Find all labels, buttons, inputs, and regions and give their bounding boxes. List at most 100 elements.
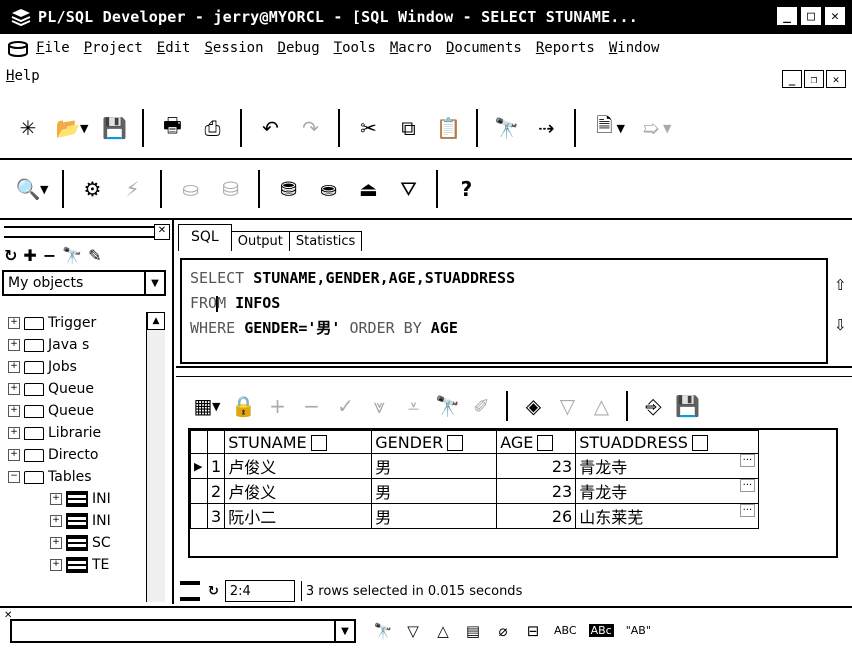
clear-icon[interactable]: ✐: [464, 386, 498, 426]
cell-gender[interactable]: 男: [371, 503, 498, 529]
sql-icon[interactable]: ⛂: [308, 169, 348, 209]
insert-record-icon[interactable]: +: [260, 386, 294, 426]
tree-item[interactable]: + Directo: [8, 444, 148, 466]
eraser-icon[interactable]: ⌀: [488, 611, 518, 651]
menu-macro[interactable]: Macro: [390, 40, 432, 56]
column-filter-button[interactable]: [691, 435, 708, 451]
tab-sql[interactable]: SQL: [178, 224, 232, 251]
tree-item[interactable]: + Librarie: [8, 422, 148, 444]
rollback-icon[interactable]: ⛁: [210, 169, 250, 209]
tree-item-table[interactable]: + INI: [8, 488, 148, 510]
cell-gender[interactable]: 男: [371, 478, 498, 504]
db-connect-icon[interactable]: ⛃: [268, 169, 308, 209]
fetch-next-icon[interactable]: ⩔: [362, 386, 396, 426]
column-filter-button[interactable]: [310, 435, 327, 451]
row-indicator[interactable]: [190, 478, 208, 504]
cell-stuaddress[interactable]: 青龙寺 ···: [575, 478, 760, 504]
object-search-dropdown-arrow-icon[interactable]: ▼: [40, 183, 48, 196]
sql-window-icon[interactable]: [6, 40, 30, 58]
open-dropdown-arrow-icon[interactable]: ▼: [80, 122, 88, 135]
tree-scrollbar[interactable]: ▲: [146, 312, 165, 602]
save-icon[interactable]: 💾: [670, 386, 704, 426]
tree-item-table[interactable]: + INI: [8, 510, 148, 532]
add-icon[interactable]: ✚: [23, 246, 36, 265]
table-row[interactable]: 3 阮小二 男 26 山东莱芜 ···: [190, 503, 760, 529]
column-header[interactable]: GENDER: [371, 430, 498, 454]
whole-word-option[interactable]: ABc: [588, 624, 614, 637]
tree-item[interactable]: − Tables: [8, 466, 148, 488]
column-filter-button[interactable]: [447, 435, 464, 451]
ellipsis-button[interactable]: ···: [739, 479, 756, 492]
tree-item[interactable]: + Java s: [8, 334, 148, 356]
column-filter-button[interactable]: [537, 435, 554, 451]
table-row[interactable]: ▶ 1 卢俊义 男 23 青龙寺 ···: [190, 453, 760, 479]
arrow-down-icon[interactable]: ⇩: [834, 316, 847, 334]
expand-icon[interactable]: +: [8, 317, 20, 329]
menu-file[interactable]: File: [36, 40, 70, 56]
compile-icon[interactable]: ⚙: [72, 169, 112, 209]
ellipsis-button[interactable]: ···: [739, 504, 756, 517]
tab-statistics[interactable]: Statistics: [288, 231, 363, 251]
object-filter-select[interactable]: My objects ▼: [2, 270, 166, 296]
remove-icon[interactable]: −: [43, 246, 56, 265]
cell-age[interactable]: 26: [496, 503, 577, 529]
redo-icon[interactable]: ↷: [290, 108, 330, 148]
commit-icon[interactable]: ⛀: [170, 169, 210, 209]
cell-stuname[interactable]: 卢俊义: [224, 478, 373, 504]
find-icon[interactable]: 🔭: [62, 246, 82, 265]
db-import-icon[interactable]: ⛛: [388, 169, 428, 209]
post-changes-icon[interactable]: ✓: [328, 386, 362, 426]
paste-icon[interactable]: 📋: [428, 108, 468, 148]
query-icon[interactable]: ◈: [516, 386, 550, 426]
export-icon[interactable]: ⎆: [636, 386, 670, 426]
find-icon[interactable]: 🔭: [368, 611, 398, 651]
menu-documents[interactable]: Documents: [446, 40, 522, 56]
sort-asc-icon[interactable]: △: [584, 386, 618, 426]
highlight-icon[interactable]: ▤: [458, 611, 488, 651]
filter-icon[interactable]: ✎: [88, 246, 101, 265]
copy-icon[interactable]: ⧉: [388, 108, 428, 148]
tree-item[interactable]: + Jobs: [8, 356, 148, 378]
chevron-down-icon[interactable]: ▼: [334, 620, 354, 643]
cell-age[interactable]: 23: [496, 453, 577, 479]
find-previous-icon[interactable]: △: [428, 611, 458, 651]
cell-stuname[interactable]: 卢俊义: [224, 453, 373, 479]
expand-icon[interactable]: +: [8, 405, 20, 417]
close-icon[interactable]: ✕: [154, 224, 170, 240]
menu-session[interactable]: Session: [204, 40, 263, 56]
selection-icon[interactable]: ⊟: [518, 611, 548, 651]
tab-output[interactable]: Output: [230, 231, 290, 251]
ellipsis-button[interactable]: ···: [739, 454, 756, 467]
arrow-up-icon[interactable]: ⇧: [834, 276, 847, 294]
refresh-icon[interactable]: ↻: [4, 246, 17, 265]
fetch-last-icon[interactable]: ⩡: [396, 386, 430, 426]
forward-dropdown-arrow-icon[interactable]: ▼: [663, 122, 671, 135]
mdi-minimize-button[interactable]: _: [782, 70, 802, 88]
menu-tools[interactable]: Tools: [334, 40, 376, 56]
result-grid[interactable]: STUNAME GENDER AGE STUADDRESS ▶ 1 卢俊义男 23 青龙寺 ···…: [188, 428, 838, 558]
cell-stuname[interactable]: 阮小二: [224, 503, 373, 529]
column-header[interactable]: AGE: [496, 430, 577, 454]
expand-icon[interactable]: +: [50, 493, 62, 505]
tree-item[interactable]: + Trigger: [8, 312, 148, 334]
menu-window[interactable]: Window: [609, 40, 660, 56]
find-icon[interactable]: 🔭: [430, 386, 464, 426]
menu-help[interactable]: Help: [6, 68, 40, 84]
quoted-option[interactable]: "AB": [626, 624, 651, 637]
run-disabled-icon[interactable]: ⚡: [112, 169, 152, 209]
panel-grip[interactable]: [4, 226, 154, 238]
column-header[interactable]: STUNAME: [224, 430, 373, 454]
expand-icon[interactable]: +: [8, 427, 20, 439]
expand-icon[interactable]: +: [8, 449, 20, 461]
grid-options-dropdown-arrow-icon[interactable]: ▼: [212, 400, 220, 413]
find-input[interactable]: ▼: [10, 618, 356, 643]
column-header[interactable]: STUADDRESS: [575, 430, 760, 454]
expand-icon[interactable]: +: [50, 559, 62, 571]
find-next-icon[interactable]: ▽: [398, 611, 428, 651]
sql-editor[interactable]: SELECT STUNAME,GENDER,AGE,STUADDRESS FRO…: [180, 258, 828, 364]
print-preview-icon[interactable]: ⎙: [192, 108, 232, 148]
find-icon[interactable]: 🔭: [486, 108, 526, 148]
new-window-dropdown-arrow-icon[interactable]: ▼: [616, 122, 624, 135]
expand-icon[interactable]: −: [8, 471, 20, 483]
tree-item-table[interactable]: + SC: [8, 532, 148, 554]
